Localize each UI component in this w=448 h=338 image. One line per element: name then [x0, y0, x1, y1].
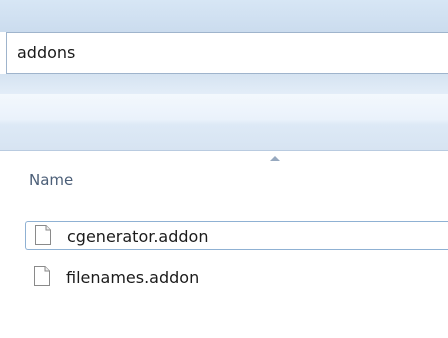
file-row-cgenerator[interactable]: cgenerator.addon: [25, 221, 448, 250]
column-header-name[interactable]: Name: [29, 171, 73, 189]
file-row-filenames[interactable]: filenames.addon: [25, 263, 448, 292]
navigation-band: [0, 74, 448, 94]
window-frame-top: [0, 0, 448, 32]
document-icon: [35, 225, 51, 245]
sort-ascending-icon: [270, 156, 280, 161]
address-path: addons: [17, 43, 76, 62]
document-icon: [34, 266, 50, 286]
address-bar[interactable]: addons: [6, 32, 448, 74]
file-name: cgenerator.addon: [67, 227, 209, 246]
file-name: filenames.addon: [66, 268, 200, 287]
toolbar: [0, 94, 448, 151]
